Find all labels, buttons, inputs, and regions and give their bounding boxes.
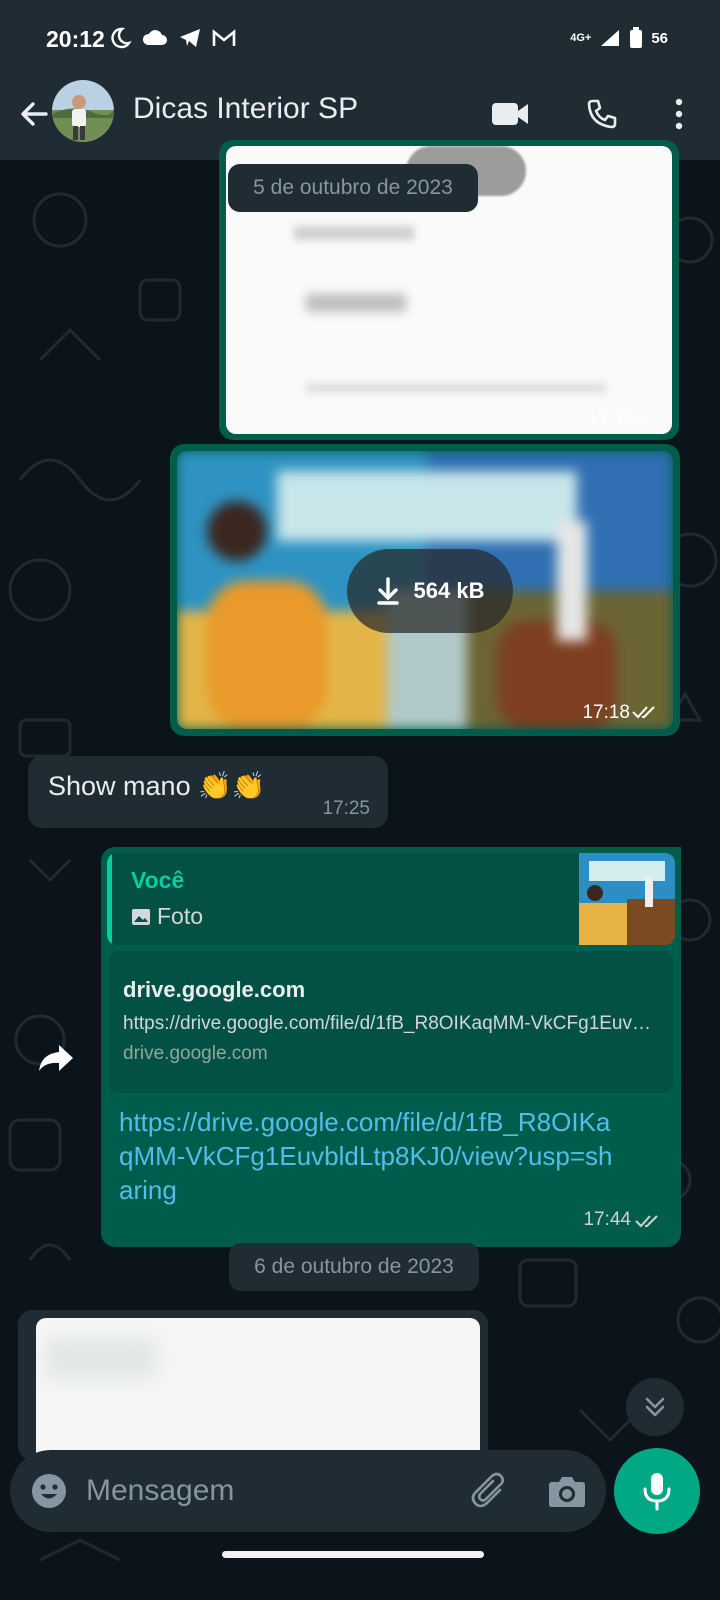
message-time: 17:44 xyxy=(583,1209,631,1230)
video-camera-icon xyxy=(492,103,528,125)
signal-icon xyxy=(601,30,620,46)
more-vertical-icon xyxy=(675,98,683,130)
contact-avatar[interactable] xyxy=(52,80,114,142)
voice-call-button[interactable] xyxy=(580,92,624,136)
phone-icon xyxy=(587,99,617,129)
status-bar: 20:12 4G+ 56 xyxy=(0,0,720,78)
telegram-icon xyxy=(180,29,200,47)
download-size: 564 kB xyxy=(413,578,485,603)
message-composer xyxy=(10,1450,606,1532)
preview-title: drive.google.com xyxy=(123,977,306,1002)
message-link[interactable]: https://drive.google.com/file/d/1fB_R8OI… xyxy=(119,1105,619,1207)
message-image[interactable] xyxy=(36,1318,480,1460)
attach-button[interactable] xyxy=(468,1470,510,1512)
camera-icon xyxy=(549,1477,585,1507)
quote-media-type: Foto xyxy=(131,903,203,930)
camera-button[interactable] xyxy=(546,1470,588,1512)
emoji-button[interactable] xyxy=(28,1470,70,1512)
double-check-icon xyxy=(632,706,655,719)
message-image-incoming[interactable] xyxy=(18,1310,488,1460)
video-call-button[interactable] xyxy=(488,94,532,134)
more-options-button[interactable] xyxy=(664,92,694,136)
scroll-to-bottom-button[interactable] xyxy=(626,1378,684,1436)
avatar-photo xyxy=(52,80,114,142)
message-link-outgoing[interactable]: Você Foto drive.google.com https://drive… xyxy=(101,847,681,1247)
photo-icon xyxy=(132,908,150,925)
status-time: 20:12 xyxy=(46,26,105,52)
back-button[interactable] xyxy=(12,92,56,136)
preview-url: https://drive.google.com/file/d/1fB_R8OI… xyxy=(123,1013,659,1034)
battery-level: 56 xyxy=(651,29,668,47)
status-notification-icons xyxy=(108,24,236,52)
chat-screen: 20:12 4G+ 56 Dicas Interior SP 17:17 5 d… xyxy=(0,0,720,1600)
network-type: 4G+ xyxy=(570,31,592,44)
gmail-icon xyxy=(212,29,236,46)
emoji-icon xyxy=(32,1474,66,1508)
moon-icon xyxy=(111,27,132,49)
date-chip: 6 de outubro de 2023 xyxy=(229,1243,479,1291)
battery-icon xyxy=(630,27,643,48)
message-image[interactable]: 564 kB xyxy=(177,451,673,729)
date-chip: 5 de outubro de 2023 xyxy=(228,164,478,212)
double-check-icon xyxy=(633,412,656,425)
forward-icon xyxy=(39,1045,73,1071)
contact-name[interactable]: Dicas Interior SP xyxy=(133,92,358,126)
message-text-incoming[interactable]: Show mano 👏👏 17:25 xyxy=(28,756,388,828)
arrow-left-icon xyxy=(21,102,48,126)
download-button[interactable]: 564 kB xyxy=(347,549,513,633)
preview-domain: drive.google.com xyxy=(123,1043,268,1064)
home-indicator[interactable] xyxy=(222,1551,484,1558)
message-time: 17:25 xyxy=(322,798,370,819)
status-system-icons: 4G+ 56 xyxy=(570,24,668,52)
message-time: 17:18 xyxy=(582,702,630,723)
message-time: 17:17 xyxy=(587,408,635,429)
quoted-message[interactable]: Você Foto xyxy=(107,853,675,945)
message-image-outgoing[interactable]: 564 kB 17:18 xyxy=(170,444,680,736)
forward-button[interactable] xyxy=(34,1036,78,1080)
cloud-icon xyxy=(142,30,167,45)
double-check-icon xyxy=(635,1215,658,1228)
double-chevron-down-icon xyxy=(645,1397,665,1417)
quote-author: Você xyxy=(131,867,185,893)
microphone-icon xyxy=(643,1473,671,1511)
paperclip-icon xyxy=(471,1472,505,1508)
message-input[interactable] xyxy=(86,1466,446,1516)
download-arrow-icon xyxy=(376,577,399,605)
message-text: Show mano 👏👏 xyxy=(48,771,266,801)
quote-thumbnail xyxy=(579,853,675,945)
voice-message-button[interactable] xyxy=(614,1448,700,1534)
link-preview[interactable]: drive.google.com https://drive.google.co… xyxy=(109,951,673,1093)
